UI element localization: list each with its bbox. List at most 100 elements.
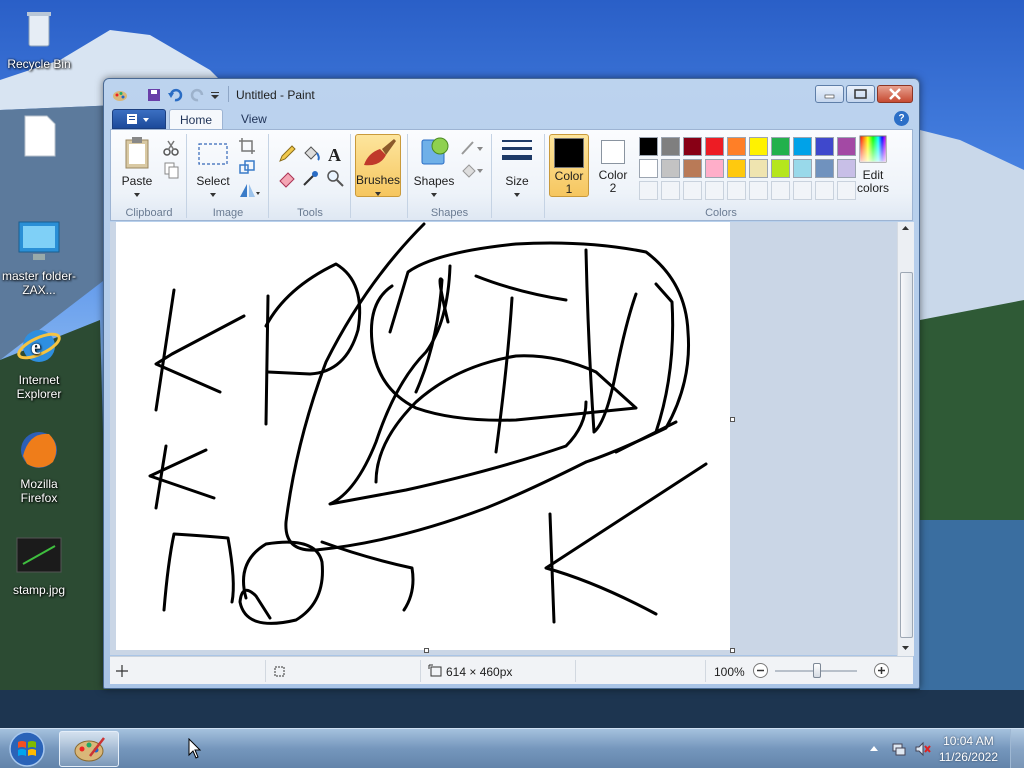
color-swatch[interactable]	[683, 137, 702, 156]
color-swatch[interactable]	[815, 159, 834, 178]
custom-color-slot[interactable]	[705, 181, 724, 200]
status-bar: 614 × 460px 100%	[110, 656, 913, 684]
customize-toolbar-icon[interactable]	[210, 87, 220, 103]
desktop-icon-stamp-jpg[interactable]: stamp.jpg	[1, 532, 77, 597]
minimize-button[interactable]	[815, 85, 844, 103]
resize-handle-bottom[interactable]	[424, 648, 429, 653]
brush-icon	[364, 139, 396, 166]
custom-color-slot[interactable]	[815, 181, 834, 200]
color-swatch[interactable]	[639, 137, 658, 156]
color-swatch[interactable]	[793, 137, 812, 156]
color-swatch[interactable]	[639, 159, 658, 178]
chevron-down-icon	[134, 193, 140, 197]
volume-muted-icon[interactable]	[914, 741, 932, 757]
edit-colors-button[interactable]: Edit colors	[851, 134, 895, 195]
color1-button[interactable]: Color 1	[549, 134, 589, 197]
eraser-icon[interactable]	[277, 168, 297, 188]
minimize-icon	[824, 94, 835, 99]
vertical-scrollbar[interactable]	[897, 222, 914, 656]
scroll-thumb[interactable]	[900, 272, 913, 638]
color-swatch[interactable]	[815, 137, 834, 156]
custom-color-slot[interactable]	[639, 181, 658, 200]
maximize-icon	[854, 89, 867, 99]
drawing-canvas[interactable]	[116, 222, 730, 650]
color-swatch[interactable]	[749, 137, 768, 156]
zoom-in-icon[interactable]	[873, 662, 890, 679]
shapes-button[interactable]: Shapes	[411, 134, 457, 201]
maximize-button[interactable]	[846, 85, 875, 103]
taskbar-paint[interactable]	[59, 731, 119, 767]
color-swatch[interactable]	[661, 137, 680, 156]
zoom-slider-thumb[interactable]	[813, 663, 821, 678]
color-swatch[interactable]	[771, 137, 790, 156]
color-swatch[interactable]	[749, 159, 768, 178]
color-swatch[interactable]	[705, 137, 724, 156]
color-swatch[interactable]	[683, 159, 702, 178]
desktop-icon-master-folder[interactable]: master folder-ZAX...	[1, 218, 77, 297]
tray-expand-icon[interactable]	[869, 744, 879, 754]
color-swatch[interactable]	[793, 159, 812, 178]
colors-group-label: Colors	[705, 207, 737, 219]
desktop-icon-internet-explorer[interactable]: e Internet Explorer	[1, 322, 77, 401]
tab-view[interactable]: View	[231, 109, 277, 130]
resize-handle-right[interactable]	[730, 417, 735, 422]
network-icon[interactable]	[891, 741, 907, 757]
custom-color-slot[interactable]	[793, 181, 812, 200]
fill-bucket-icon[interactable]	[301, 144, 321, 164]
fill-icon[interactable]	[459, 160, 485, 180]
save-icon[interactable]	[146, 87, 162, 103]
ribbon: Paste Clipboard Select Image A Tools Bru…	[110, 129, 913, 221]
color-swatch[interactable]	[771, 159, 790, 178]
redo-icon[interactable]	[190, 87, 206, 103]
windows-start-icon	[9, 731, 45, 767]
paint-menu-button[interactable]	[112, 109, 166, 129]
custom-color-slot[interactable]	[661, 181, 680, 200]
pencil-icon[interactable]	[277, 144, 297, 164]
cut-icon[interactable]	[161, 138, 181, 158]
desktop-icon-recycle-bin[interactable]: Recycle Bin	[1, 6, 77, 71]
color-swatch[interactable]	[661, 159, 680, 178]
rotate-icon[interactable]	[237, 180, 261, 200]
select-button[interactable]: Select	[193, 134, 233, 201]
brushes-button[interactable]: Brushes	[355, 134, 401, 197]
paste-button[interactable]: Paste	[117, 134, 157, 201]
shapes-group-label: Shapes	[430, 207, 469, 219]
custom-color-slot[interactable]	[727, 181, 746, 200]
custom-color-slot[interactable]	[771, 181, 790, 200]
title-bar[interactable]: Untitled - Paint	[104, 79, 919, 109]
scroll-down-icon[interactable]	[898, 642, 913, 654]
status-separator	[265, 660, 266, 682]
desktop-icon-blank-file[interactable]	[1, 112, 77, 163]
color-picker-icon[interactable]	[301, 168, 321, 188]
size-button[interactable]: Size	[497, 134, 537, 201]
scroll-up-icon[interactable]	[898, 222, 913, 234]
system-clock[interactable]: 10:04 AM 11/26/2022	[939, 733, 998, 765]
undo-icon[interactable]	[167, 87, 183, 103]
color2-button[interactable]: Color 2	[593, 134, 633, 197]
resize-handle-corner[interactable]	[730, 648, 735, 653]
canvas-area[interactable]	[110, 222, 909, 655]
line-size-icon	[502, 140, 532, 160]
help-icon[interactable]: ?	[894, 111, 909, 126]
color-swatch[interactable]	[705, 159, 724, 178]
color-swatch[interactable]	[727, 159, 746, 178]
close-button[interactable]	[877, 85, 913, 103]
magnifier-icon[interactable]	[325, 168, 345, 188]
group-separator	[268, 134, 269, 218]
zoom-out-icon[interactable]	[752, 662, 769, 679]
custom-color-slot[interactable]	[683, 181, 702, 200]
outline-icon[interactable]	[459, 138, 485, 158]
color2-swatch	[601, 140, 625, 164]
copy-icon[interactable]	[161, 160, 181, 180]
color-swatch[interactable]	[727, 137, 746, 156]
custom-color-slot[interactable]	[749, 181, 768, 200]
desktop-icon-mozilla-firefox[interactable]: Mozilla Firefox	[1, 426, 77, 505]
resize-icon[interactable]	[237, 158, 257, 178]
tab-home[interactable]: Home	[169, 109, 224, 130]
text-icon[interactable]: A	[325, 144, 345, 164]
chevron-down-icon	[514, 193, 520, 197]
crop-icon[interactable]	[237, 136, 257, 156]
clipboard-group-label: Clipboard	[125, 207, 173, 219]
start-button[interactable]	[2, 730, 52, 768]
show-desktop-button[interactable]	[1010, 729, 1024, 768]
